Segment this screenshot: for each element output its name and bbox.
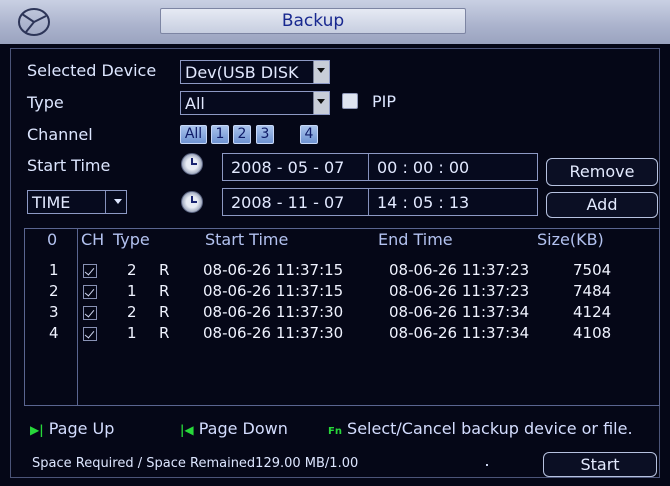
table-row[interactable]: 4 1 R 08-06-26 11:37:30 08-06-26 11:37:3… [25,323,659,344]
header-end-time: End Time [378,230,453,249]
row-type: R [159,282,170,300]
row-type: R [159,261,170,279]
header-index: 0 [47,230,58,249]
channel-all-button[interactable]: All [180,125,207,144]
row-size: 7484 [573,282,612,300]
row-start-time: 08-06-26 11:37:15 [203,261,344,279]
page-down-icon: |◀ [180,423,194,437]
space-status-text: Space Required / Space Remained129.00 MB… [32,456,359,471]
row-ch: 2 [127,303,137,321]
add-button[interactable]: Add [546,192,658,218]
start-clock-value[interactable]: 00 : 00 : 00 [377,158,469,177]
channel-4-button[interactable]: 4 [300,125,318,144]
row-ch: 1 [127,282,137,300]
chevron-down-icon[interactable] [313,61,329,83]
channel-label: Channel [27,125,93,144]
field-divider [368,189,369,215]
dvr-logo-icon [18,8,50,36]
status-bar: Space Required / Space Remained129.00 MB… [24,450,546,478]
row-index: 3 [49,303,59,321]
end-mode-dropdown[interactable]: TIME [27,190,127,214]
type-dropdown[interactable]: All [180,91,330,115]
clock-icon[interactable] [181,191,203,213]
row-end-time: 08-06-26 11:37:23 [389,261,530,279]
channel-3-button[interactable]: 3 [256,125,274,144]
selected-device-label: Selected Device [27,61,157,80]
table-row[interactable]: 1 2 R 08-06-26 11:37:15 08-06-26 11:37:2… [25,260,659,281]
page-down-label: Page Down [198,419,288,438]
type-value: All [185,94,205,113]
window-title: Backup [281,11,345,31]
row-type: R [159,324,170,342]
fn-hint-text: Select/Cancel backup device or file. [347,419,633,438]
page-up-hint[interactable]: ▶| Page Up [30,419,114,438]
row-size: 4124 [573,303,612,321]
row-ch: 1 [127,324,137,342]
type-label: Type [27,93,64,112]
row-index: 1 [49,261,59,279]
row-type: R [159,303,170,321]
row-start-time: 08-06-26 11:37:15 [203,282,344,300]
row-checkbox[interactable] [83,327,97,341]
table-row[interactable]: 2 1 R 08-06-26 11:37:15 08-06-26 11:37:2… [25,281,659,302]
end-clock-value[interactable]: 14 : 05 : 13 [377,193,469,212]
start-date-value[interactable]: 2008 - 05 - 07 [231,158,344,177]
chevron-down-icon[interactable] [313,92,329,114]
pip-checkbox[interactable] [342,93,358,109]
fn-icon: Fn [328,426,342,437]
page-up-icon: ▶| [30,423,44,437]
start-time-field[interactable]: 2008 - 05 - 07 00 : 00 : 00 [222,153,538,181]
row-size: 7504 [573,261,612,279]
clock-icon[interactable] [181,153,203,175]
row-end-time: 08-06-26 11:37:34 [389,303,530,321]
field-divider [368,154,369,180]
selected-device-value: Dev(USB DISK [185,63,299,82]
channel-2-button[interactable]: 2 [233,125,251,144]
table-row[interactable]: 3 2 R 08-06-26 11:37:30 08-06-26 11:37:3… [25,302,659,323]
header-start-time: Start Time [205,230,289,249]
chevron-down-icon[interactable] [112,191,126,213]
row-end-time: 08-06-26 11:37:34 [389,324,530,342]
selected-device-dropdown[interactable]: Dev(USB DISK [180,60,330,84]
fn-hint: Fn Select/Cancel backup device or file. [328,419,633,438]
end-time-field[interactable]: 2008 - 11 - 07 14 : 05 : 13 [222,188,538,216]
start-button[interactable]: Start [543,452,657,477]
row-checkbox[interactable] [83,306,97,320]
page-up-label: Page Up [48,419,115,438]
row-end-time: 08-06-26 11:37:23 [389,282,530,300]
backup-window: Backup Selected Device Dev(USB DISK Type… [0,0,670,486]
row-index: 2 [49,282,59,300]
end-mode-value: TIME [32,193,71,212]
field-divider [105,191,106,213]
row-checkbox[interactable] [83,285,97,299]
pip-label: PIP [372,92,397,111]
end-date-value[interactable]: 2008 - 11 - 07 [231,193,344,212]
start-time-label: Start Time [27,156,111,175]
row-index: 4 [49,324,59,342]
page-down-hint[interactable]: |◀ Page Down [180,419,288,438]
row-start-time: 08-06-26 11:37:30 [203,324,344,342]
row-start-time: 08-06-26 11:37:30 [203,303,344,321]
row-checkbox[interactable] [83,264,97,278]
header-type: Type [113,230,150,249]
channel-1-button[interactable]: 1 [211,125,229,144]
header-size: Size(KB) [537,230,604,249]
row-ch: 2 [127,261,137,279]
header-ch: CH [81,230,105,249]
status-indicator-dot [486,464,488,466]
remove-button[interactable]: Remove [546,158,658,186]
file-table: 0 CH Type Start Time End Time Size(KB) 1… [24,228,660,406]
row-size: 4108 [573,324,612,342]
